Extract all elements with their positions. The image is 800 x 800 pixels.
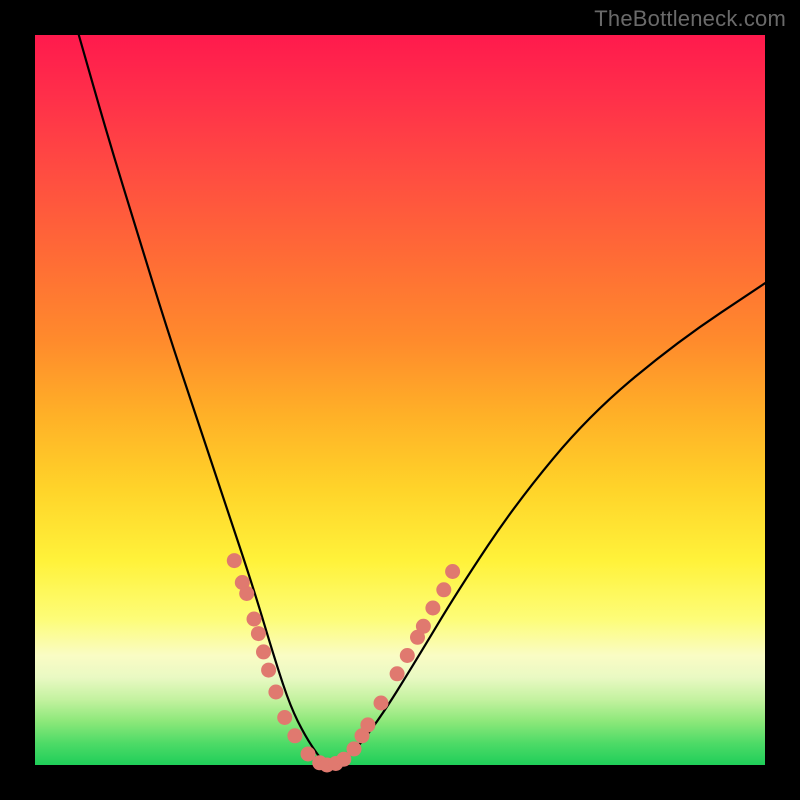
curve-bead (268, 685, 283, 700)
curve-bead (287, 728, 302, 743)
curve-bead (445, 564, 460, 579)
curve-bead (436, 582, 451, 597)
curve-bead (360, 717, 375, 732)
plot-area (35, 35, 765, 765)
curve-layer (79, 35, 765, 763)
curve-bead (256, 644, 271, 659)
curve-bead (261, 663, 276, 678)
curve-svg (35, 35, 765, 765)
curve-bead (251, 626, 266, 641)
curve-bead (425, 601, 440, 616)
curve-bead (227, 553, 242, 568)
beads-layer (227, 553, 460, 772)
curve-bead (277, 710, 292, 725)
curve-bead (374, 696, 389, 711)
curve-bead (390, 666, 405, 681)
chart-frame: TheBottleneck.com (0, 0, 800, 800)
curve-bead (247, 612, 262, 627)
curve-bead (347, 741, 362, 756)
watermark-text: TheBottleneck.com (594, 6, 786, 32)
curve-bead (416, 619, 431, 634)
curve-bead (400, 648, 415, 663)
curve-bead (239, 586, 254, 601)
bottleneck-curve (79, 35, 765, 763)
